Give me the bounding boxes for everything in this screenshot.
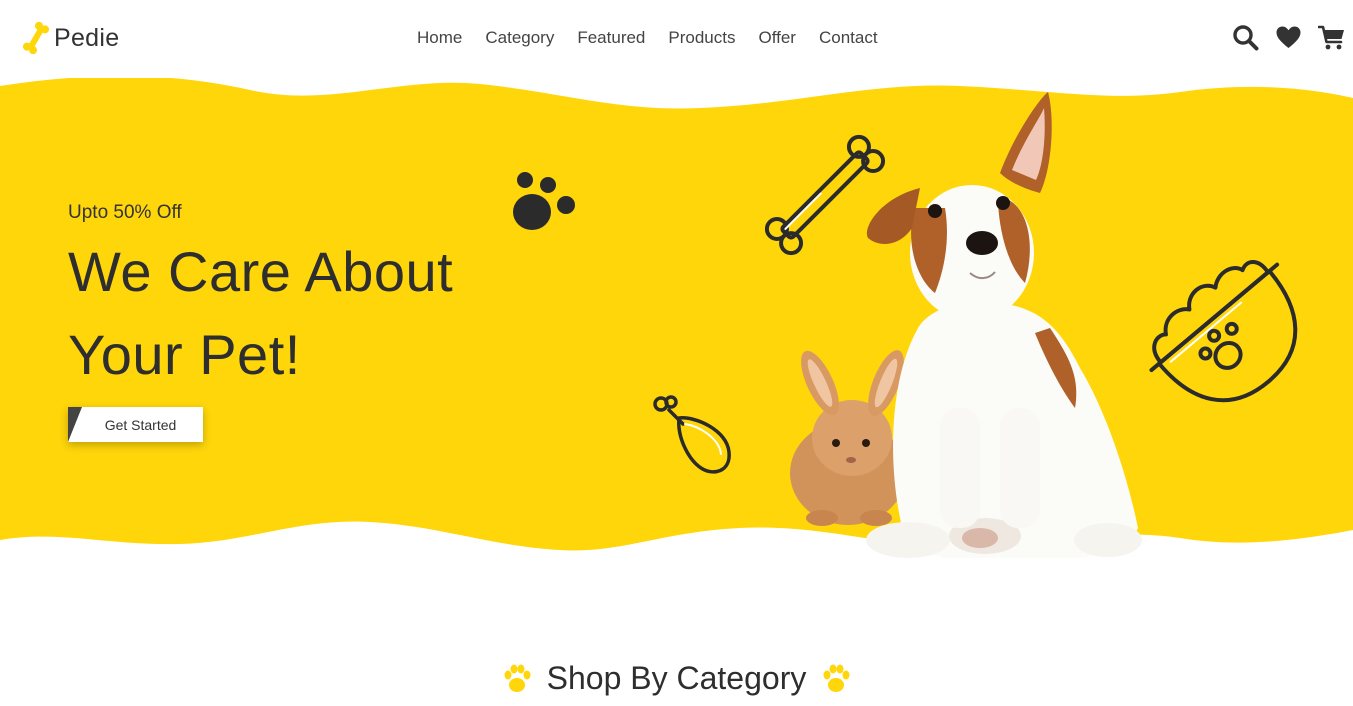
nav-link-offer[interactable]: Offer [758, 28, 795, 48]
hero-title-line2: Your Pet! [68, 323, 301, 386]
nav-link-home[interactable]: Home [417, 28, 462, 48]
search-icon[interactable] [1232, 24, 1259, 51]
nav-link-category[interactable]: Category [485, 28, 554, 48]
navbar: Pedie Home Category Featured Products Of… [0, 0, 1353, 78]
brand-name: Pedie [54, 23, 120, 52]
nav-actions [1232, 24, 1345, 51]
hero-text: Upto 50% Off We Care About Your Pet! [68, 202, 453, 396]
hero-banner: Upto 50% Off We Care About Your Pet! Get… [0, 78, 1353, 558]
section-title: Shop By Category [546, 660, 807, 696]
cart-icon[interactable] [1318, 24, 1345, 51]
get-started-button[interactable]: Get Started [68, 407, 203, 442]
bone-icon [22, 21, 50, 55]
paw-icon [504, 664, 531, 692]
hero-title-line1: We Care About [68, 240, 454, 303]
paw-icon [823, 664, 850, 692]
main-nav: Home Category Featured Products Offer Co… [417, 28, 901, 48]
nav-link-products[interactable]: Products [668, 28, 735, 48]
hero-offer-text: Upto 50% Off [68, 202, 182, 223]
hero-title: We Care About Your Pet! [68, 230, 453, 396]
heart-icon[interactable] [1275, 24, 1302, 51]
category-section-header: Shop By Category [0, 660, 1353, 697]
logo[interactable]: Pedie [22, 20, 119, 56]
nav-link-contact[interactable]: Contact [819, 28, 878, 48]
nav-link-featured[interactable]: Featured [577, 28, 645, 48]
